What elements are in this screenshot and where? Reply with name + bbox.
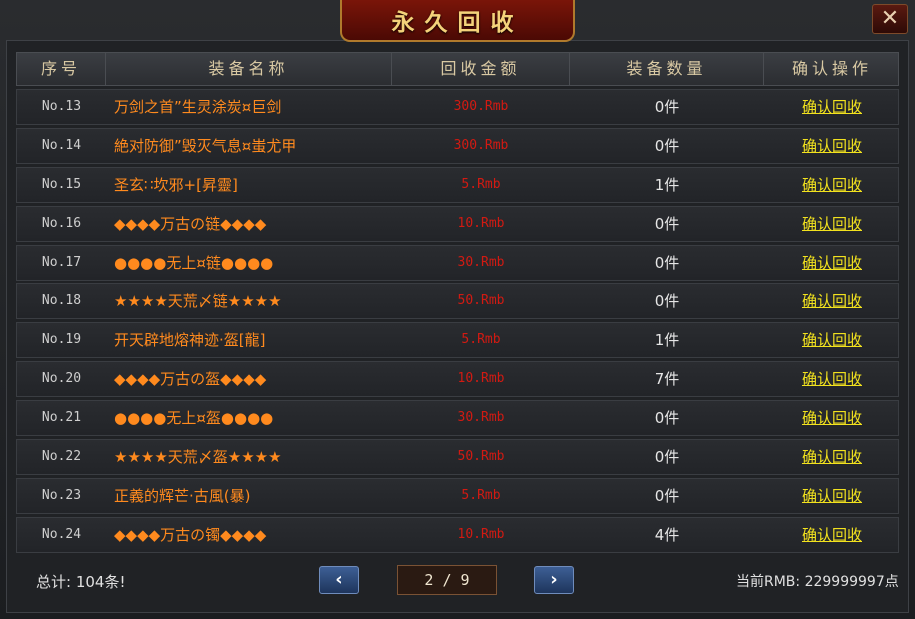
table-row: No.21 ●●●●无上¤盔●●●● 30.Rmb 0件 确认回收 [16,400,900,437]
row-quantity: 1件 [654,331,680,350]
prev-page-button[interactable]: ‹ [319,566,359,594]
row-serial: No.16 [41,215,82,231]
confirm-recycle-link[interactable]: 确认回收 [764,129,900,163]
row-serial: No.17 [41,254,82,270]
row-amount: 300.Rmb [453,137,509,153]
row-serial: No.18 [41,293,82,309]
page-indicator: 2 / 9 [397,565,497,595]
confirm-recycle-link[interactable]: 确认回收 [764,90,900,124]
header-quantity: 装备数量 [570,53,764,85]
row-item-name: 絶对防御”毁灭气息¤蚩尤甲 [114,136,297,155]
row-item-name: ★★★★天荒〆盔★★★★ [114,448,282,467]
title-plate: 永久回收 [340,0,575,42]
table-row: No.20 ◆◆◆◆万古の盔◆◆◆◆ 10.Rmb 7件 确认回收 [16,361,900,398]
confirm-recycle-link[interactable]: 确认回收 [764,518,900,552]
row-amount: 5.Rmb [461,176,501,192]
close-button[interactable]: ✕ [872,4,908,34]
row-amount: 5.Rmb [461,487,501,503]
row-quantity: 0件 [654,136,680,155]
row-amount: 10.Rmb [457,371,505,387]
row-amount: 300.Rmb [453,99,509,114]
row-serial: No.13 [41,99,82,114]
table-row: No.13 万剑之首”生灵涂炭¤巨剑 300.Rmb 0件 确认回收 [16,89,899,125]
confirm-recycle-link[interactable]: 确认回收 [764,168,900,202]
table-body: No.13 万剑之首”生灵涂炭¤巨剑 300.Rmb 0件 确认回收 No.14 絶对防御”… [16,89,899,556]
row-quantity: 0件 [654,214,680,233]
row-amount: 50.Rmb [457,293,505,309]
table-row: No.16 ◆◆◆◆万古の链◆◆◆◆ 10.Rmb 0件 确认回收 [16,205,900,242]
row-quantity: 0件 [654,409,680,428]
confirm-recycle-link[interactable]: 确认回收 [764,323,900,357]
header-action: 确认操作 [791,59,872,78]
row-serial: No.14 [41,137,82,153]
table-row: No.19 开天辟地熔神迹·盔[龍] 5.Rmb 1件 确认回收 [16,322,900,359]
rmb-balance: 当前RMB: 229999997点 [736,574,899,590]
confirm-recycle-link[interactable]: 确认回收 [764,246,900,280]
header-item-name: 装备名称 [106,53,392,85]
row-item-name: 正義的辉芒·古風(暴) [114,486,251,505]
row-quantity: 0件 [654,253,680,272]
table-row: No.15 圣玄∷坎邪+[昇靈] 5.Rmb 1件 确认回收 [16,166,900,203]
row-quantity: 0件 [654,98,680,116]
table-row: No.14 絶对防御”毁灭气息¤蚩尤甲 300.Rmb 0件 确认回收 [16,127,900,164]
game-window: 永久回收 ✕ 序号 装备名称 回收金额 装备数量 确认操作 No.13 万剑之首”… [0,0,915,619]
window-title: 永久回收 [391,10,524,36]
row-item-name: ◆◆◆◆万古の链◆◆◆◆ [114,214,267,233]
row-serial: No.15 [41,176,82,192]
row-amount: 30.Rmb [457,254,505,270]
row-quantity: 1件 [654,175,680,194]
row-amount: 5.Rmb [461,332,501,348]
row-amount: 30.Rmb [457,410,505,426]
row-amount: 10.Rmb [457,526,505,542]
table-row: No.22 ★★★★天荒〆盔★★★★ 50.Rmb 0件 确认回收 [16,439,900,476]
total-count: 总计: 104条! [36,573,126,591]
confirm-recycle-link[interactable]: 确认回收 [764,440,900,474]
confirm-recycle-link[interactable]: 确认回收 [764,284,900,318]
table-row: No.24 ◆◆◆◆万古の镯◆◆◆◆ 10.Rmb 4件 确认回收 [16,516,900,553]
confirm-recycle-link[interactable]: 确认回收 [764,362,900,396]
row-serial: No.19 [41,332,82,348]
confirm-recycle-link[interactable]: 确认回收 [764,479,900,513]
row-amount: 50.Rmb [457,449,505,465]
row-item-name: ★★★★天荒〆链★★★★ [114,292,282,311]
table-row: No.18 ★★★★天荒〆链★★★★ 50.Rmb 0件 确认回收 [16,283,900,320]
table-header: 序号 装备名称 回收金额 装备数量 确认操作 [16,52,899,86]
row-amount: 10.Rmb [457,215,505,231]
header-serial: 序号 [17,53,106,85]
row-serial: No.23 [41,487,82,503]
confirm-recycle-link[interactable]: 确认回收 [764,207,900,241]
pager-footer: 总计: 104条! ‹ 2 / 9 › 当前RMB: 229999997点 [16,560,899,602]
row-quantity: 0件 [654,486,680,505]
header-amount: 回收金额 [392,53,570,85]
row-item-name: 圣玄∷坎邪+[昇靈] [114,175,238,194]
next-page-button[interactable]: › [534,566,574,594]
row-item-name: ◆◆◆◆万古の镯◆◆◆◆ [114,525,267,544]
row-serial: No.21 [41,410,82,426]
row-item-name: 开天辟地熔神迹·盔[龍] [114,331,266,350]
row-serial: No.24 [41,526,82,542]
confirm-recycle-link[interactable]: 确认回收 [764,401,900,435]
row-item-name: ●●●●无上¤盔●●●● [114,409,274,428]
row-quantity: 0件 [654,292,680,311]
row-serial: No.22 [41,449,82,465]
table-row: No.23 正義的辉芒·古風(暴) 5.Rmb 0件 确认回收 [16,477,900,514]
row-item-name: ●●●●无上¤链●●●● [114,253,274,272]
row-item-name: ◆◆◆◆万古の盔◆◆◆◆ [114,370,267,389]
row-quantity: 0件 [654,448,680,467]
row-quantity: 4件 [654,525,680,544]
row-quantity: 7件 [654,370,680,389]
row-item-name: 万剑之首”生灵涂炭¤巨剑 [114,98,282,116]
row-serial: No.20 [41,371,82,387]
table-row: No.17 ●●●●无上¤链●●●● 30.Rmb 0件 确认回收 [16,244,900,281]
